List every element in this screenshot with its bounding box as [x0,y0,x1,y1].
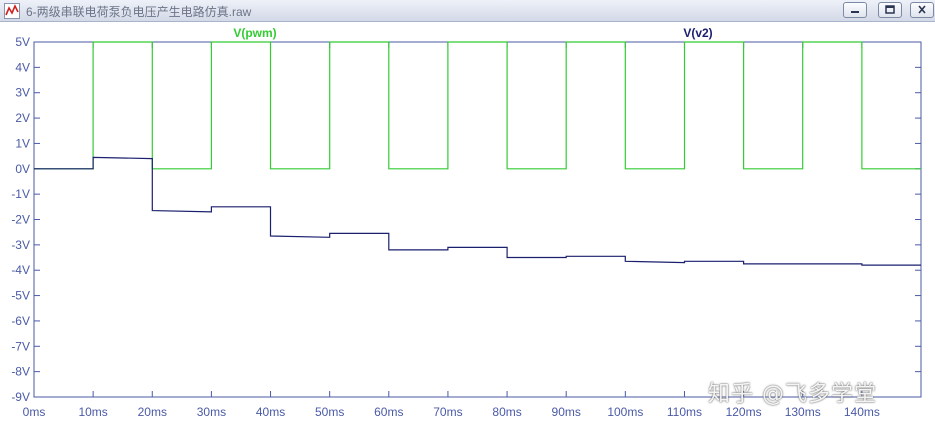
watermark-text: 知乎 @飞多学堂 [708,382,877,407]
waveform-chart[interactable]: 5V 4V 3V 2V 1V 0V -1V -2V -3V -4V -5V -6V -7V -8V -9V0… [0,22,935,432]
y-tick-label: -8V [11,365,30,379]
window-title: 6-两级串联电荷泵负电压产生电路仿真.raw [26,5,252,19]
x-tick-label: 50ms [315,405,344,419]
plot-axes [33,41,922,398]
x-tick-label: 100ms [607,405,643,419]
restore-button[interactable] [878,2,902,18]
y-tick-label: 3V [15,86,30,100]
x-tick-label: 110ms [667,405,702,419]
x-tick-label: 80ms [492,405,521,419]
x-tick-label: 20ms [138,405,167,419]
plot-frame [33,41,922,398]
x-tick-label: 10ms [78,405,107,419]
x-tick-label: 60ms [374,405,403,419]
y-tick-label: -7V [11,339,30,353]
y-tick-label: -9V [11,390,30,404]
trace-labels[interactable]: V(pwm) V(v2) [233,26,712,40]
minimize-button[interactable] [843,2,867,18]
close-button[interactable] [910,2,934,18]
waveform-icon [4,3,20,19]
close-icon [918,5,926,14]
x-tick-label: 70ms [433,405,462,419]
x-tick-label: 90ms [552,405,581,419]
y-tick-label: 5V [15,35,30,49]
trace-label-v-v2[interactable]: V(v2) [683,26,712,40]
y-tick-label: 2V [15,111,30,125]
minimize-icon [851,11,859,13]
restore-icon [885,5,895,14]
y-tick-label: -6V [11,314,30,328]
y-tick-label: 1V [15,136,30,150]
trace-v-v2[interactable] [34,156,921,266]
x-tick-label: 30ms [197,405,226,419]
y-tick-label: 0V [15,162,30,176]
trace-label-v-pwm[interactable]: V(pwm) [233,26,276,40]
axis-ticks: 5V 4V 3V 2V 1V 0V -1V -2V -3V -4V -5V -6V -7V -8V -9V0… [11,35,921,419]
x-tick-label: 40ms [256,405,285,419]
x-tick-label: 0ms [23,405,46,419]
y-tick-label: -1V [11,187,30,201]
y-tick-label: -4V [11,263,30,277]
waveform-viewer-window: 6-两级串联电荷泵负电压产生电路仿真.raw 5V 4V 3V 2V 1V 0V -1V -2… [0,0,935,432]
y-tick-label: -3V [11,238,30,252]
plot-pane[interactable]: 5V 4V 3V 2V 1V 0V -1V -2V -3V -4V -5V -6V -7V -8V -9V 0… [0,22,935,432]
y-tick-label: -2V [11,213,30,227]
y-tick-label: -5V [11,289,30,303]
trace-lines[interactable] [34,41,921,266]
y-tick-label: 4V [15,60,30,74]
title-bar[interactable]: 6-两级串联电荷泵负电压产生电路仿真.raw [0,0,935,22]
trace-v-pwm[interactable] [34,41,921,170]
